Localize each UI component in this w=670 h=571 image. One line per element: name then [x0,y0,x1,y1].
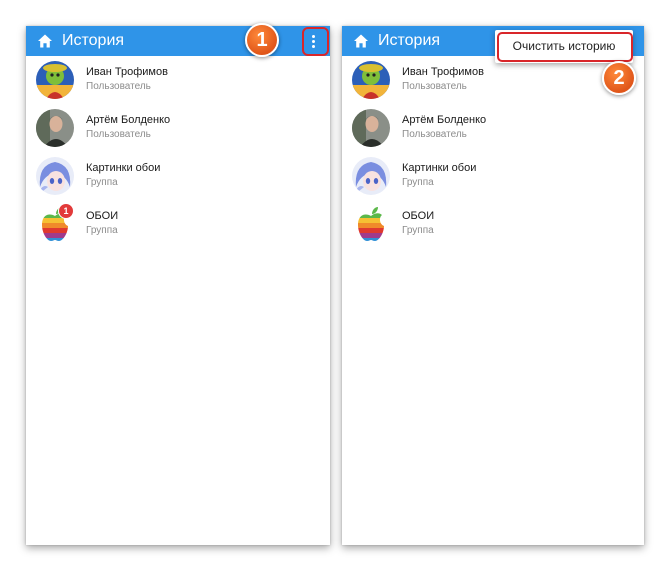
item-subtitle: Группа [402,225,434,236]
item-name: Иван Трофимов [86,66,168,78]
list-item[interactable]: Иван Трофимов Пользователь [26,56,330,104]
item-subtitle: Группа [86,225,118,236]
step-marker-2: 2 [602,61,636,95]
step-marker-1: 1 [245,23,279,57]
item-name: Иван Трофимов [402,66,484,78]
avatar-anime [352,157,390,195]
history-screen-left: История Иван Трофимов Пользователь Артём… [26,26,330,545]
list-item[interactable]: Картинки обои Группа [26,152,330,200]
list-item[interactable]: Картинки обои Группа [342,152,644,200]
avatar-cartoon [36,61,74,99]
item-subtitle: Группа [86,177,118,188]
menu-highlight-frame [302,27,329,56]
list-item[interactable]: Артём Болденко Пользователь [342,104,644,152]
list-item[interactable]: ОБОИ Группа [342,200,644,248]
history-list: Иван Трофимов Пользователь Артём Болденк… [342,56,644,248]
avatar-cartoon [352,61,390,99]
item-name: ОБОИ [86,210,119,222]
item-name: ОБОИ [402,210,435,222]
home-icon[interactable] [353,33,369,49]
app-header: История [26,26,330,56]
avatar-anime [36,157,74,195]
item-subtitle: Пользователь [86,129,151,140]
list-item[interactable]: 1 ОБОИ Группа [26,200,330,248]
history-screen-right: История Иван Трофимов Пользователь Артём… [342,26,644,545]
item-name: Артём Болденко [86,114,171,126]
menu-item-highlight-frame [497,32,633,62]
page-title: История [378,32,441,49]
item-subtitle: Пользователь [86,81,151,92]
item-name: Картинки обои [86,162,161,174]
avatar-photo [352,109,390,147]
home-icon[interactable] [37,33,53,49]
item-subtitle: Группа [402,177,434,188]
notification-badge: 1 [58,203,74,219]
apple-logo [352,205,390,243]
item-subtitle: Пользователь [402,81,467,92]
list-item[interactable]: Иван Трофимов Пользователь [342,56,644,104]
page-title: История [62,32,125,49]
item-subtitle: Пользователь [402,129,467,140]
item-name: Артём Болденко [402,114,487,126]
list-item[interactable]: Артём Болденко Пользователь [26,104,330,152]
item-name: Картинки обои [402,162,477,174]
history-list: Иван Трофимов Пользователь Артём Болденк… [26,56,330,248]
avatar-photo [36,109,74,147]
